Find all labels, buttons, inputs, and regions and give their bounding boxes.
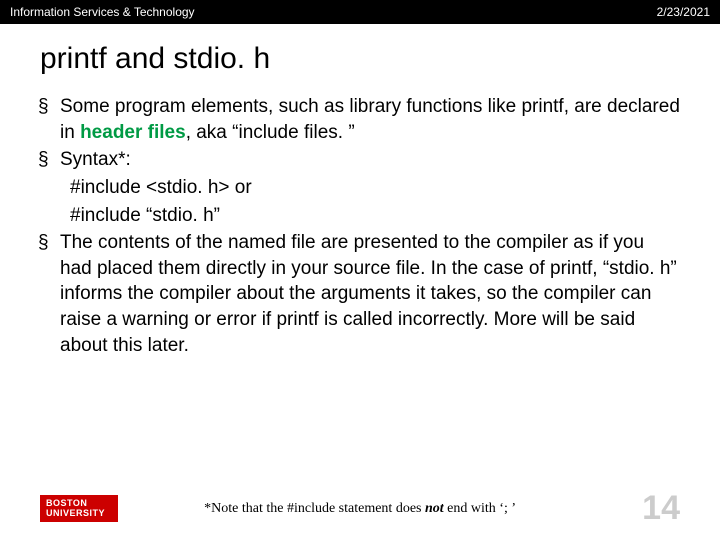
bullet-1-post: , aka “include files. ” [186,122,355,143]
footnote-post: end with ‘; ’ [444,501,516,516]
bullet-2: Syntax*: [60,147,680,173]
bullet-3: The contents of the named file are prese… [60,230,680,358]
slide-content: Some program elements, such as library f… [0,94,720,358]
slide-footer: BOSTON UNIVERSITY *Note that the #includ… [0,489,720,528]
bullet-2-line2: #include “stdio. h” [60,203,680,229]
bullet-1-emph: header files [80,122,186,143]
header-date: 2/23/2021 [657,5,710,19]
slide-header: Information Services & Technology 2/23/2… [0,0,720,24]
footnote-pre: *Note that the #include statement does [204,501,425,516]
footnote-emph: not [425,501,444,516]
slide-title: printf and stdio. h [40,42,720,76]
header-left: Information Services & Technology [10,5,195,19]
bullet-1: Some program elements, such as library f… [60,94,680,145]
footnote: *Note that the #include statement does n… [78,501,642,517]
page-number: 14 [642,489,680,528]
bullet-2-line1: #include <stdio. h> or [60,175,680,201]
